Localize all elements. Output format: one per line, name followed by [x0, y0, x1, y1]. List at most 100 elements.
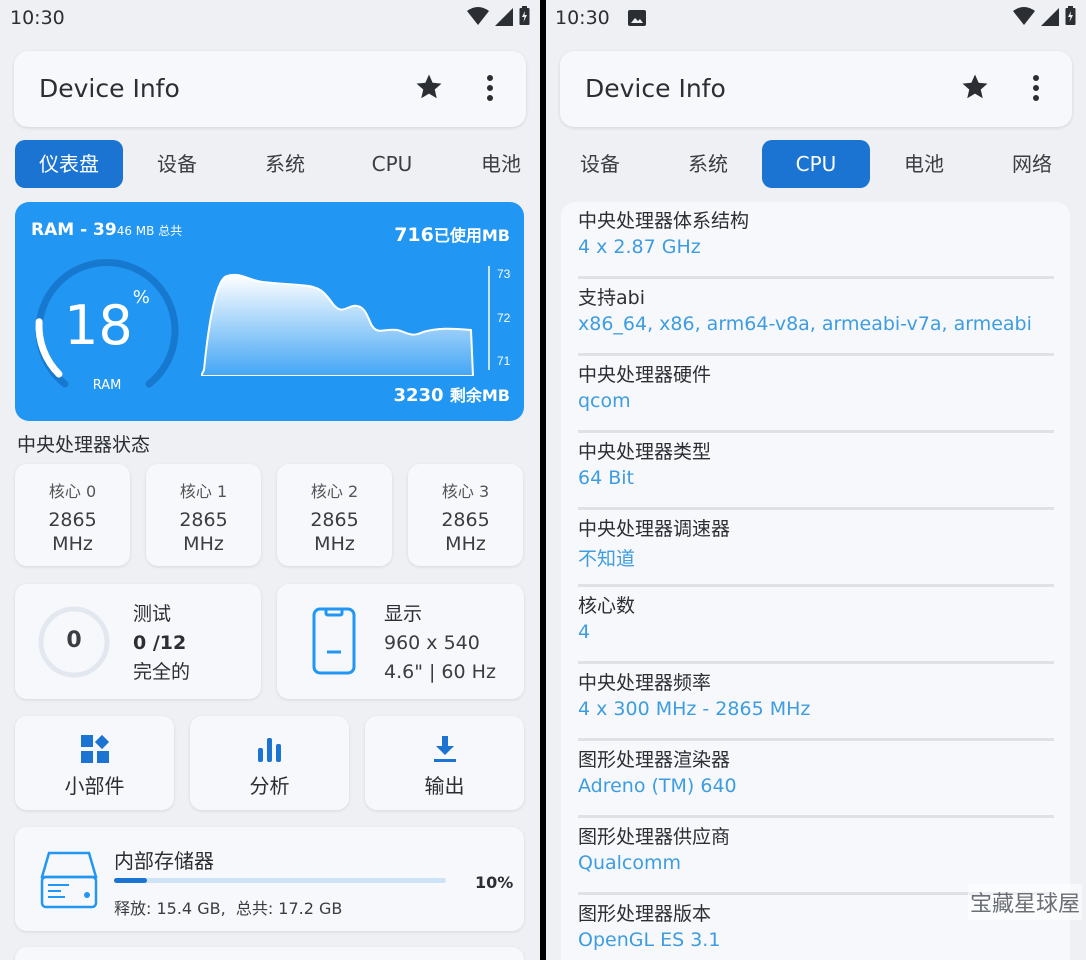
core-freq: 2865 MHz — [179, 509, 228, 555]
tab-cpu[interactable]: CPU — [339, 140, 445, 188]
dashboard-screen: 10:30 Device Info 仪表盘 设备 系统 CPU 电池 RAM -… — [0, 0, 540, 960]
cpu-info-list: 中央处理器体系结构 4 x 2.87 GHz 支持abi x86_64, x86, … — [561, 202, 1070, 960]
ram-total: RAM - 3946 MB 总共 — [31, 220, 183, 240]
tab-device[interactable]: 设备 — [546, 140, 654, 188]
item-key: 中央处理器调速器 — [578, 518, 731, 540]
tab-dashboard[interactable]: 仪表盘 — [15, 140, 123, 188]
image-notification-icon — [628, 10, 646, 26]
more-vert-icon[interactable] — [480, 73, 500, 103]
item-value: OpenGL ES 3.1 — [578, 929, 721, 951]
display-resolution: 960 x 540 — [384, 632, 480, 654]
item-key: 中央处理器频率 — [578, 672, 712, 694]
ram-chart-tick-710: 710 — [497, 354, 511, 368]
list-item: 中央处理器体系结构 4 x 2.87 GHz — [578, 202, 1054, 279]
core-card-1[interactable]: 核心 1 2865 MHz — [146, 464, 261, 566]
tab-bar: 仪表盘 设备 系统 CPU 电池 — [0, 140, 540, 188]
tab-system[interactable]: 系统 — [232, 140, 338, 188]
item-value: 4 x 2.87 GHz — [578, 236, 701, 258]
storage-detail: 释放: 15.4 GB, 总共: 17.2 GB — [114, 899, 343, 918]
analyze-button[interactable]: 分析 — [190, 716, 349, 810]
download-icon — [433, 736, 456, 762]
app-title: Device Info — [585, 74, 726, 103]
widgets-icon — [80, 734, 109, 763]
widgets-label: 小部件 — [64, 774, 125, 798]
status-icons — [467, 6, 530, 26]
ram-card[interactable]: RAM - 3946 MB 总共 716已使用MB 18% RAM 730 72… — [15, 202, 524, 421]
list-item: 中央处理器硬件 qcom — [578, 356, 1054, 433]
battery-icon — [1065, 6, 1076, 25]
export-button[interactable]: 输出 — [365, 716, 524, 810]
status-time: 10:30 — [555, 7, 610, 29]
item-value: 4 x 300 MHz - 2865 MHz — [578, 698, 811, 720]
core-card-3[interactable]: 核心 3 2865 MHz — [408, 464, 523, 566]
item-value: 64 Bit — [578, 467, 634, 489]
display-card[interactable]: 显示 960 x 540 4.6" | 60 Hz — [277, 584, 524, 699]
tab-system[interactable]: 系统 — [654, 140, 762, 188]
item-key: 图形处理器供应商 — [578, 826, 731, 848]
internal-storage-card[interactable]: 内部存储器 10% 释放: 15.4 GB, 总共: 17.2 GB — [15, 827, 524, 931]
ram-gauge: 18% RAM — [27, 246, 187, 406]
list-item: 核心数 4 — [578, 587, 1054, 664]
tab-device[interactable]: 设备 — [124, 140, 230, 188]
test-progress: 0 /12 — [133, 632, 187, 654]
storage-percent: 10% — [475, 873, 514, 892]
ram-percent: 18% — [64, 287, 150, 357]
list-item: 中央处理器调速器 不知道 — [578, 510, 1054, 587]
item-key: 图形处理器渲染器 — [578, 749, 731, 771]
core-name: 核心 1 — [179, 482, 228, 501]
list-item: 图形处理器渲染器 Adreno (TM) 640 — [578, 741, 1054, 818]
tab-cpu[interactable]: CPU — [762, 140, 870, 188]
test-count: 0 — [66, 628, 82, 653]
storage-drive-icon — [40, 851, 98, 909]
item-key: 中央处理器体系结构 — [578, 210, 750, 232]
tab-battery[interactable]: 电池 — [870, 140, 978, 188]
ram-usage-area — [201, 273, 475, 376]
star-icon[interactable] — [960, 72, 990, 102]
more-vert-icon[interactable] — [1026, 73, 1046, 103]
export-label: 输出 — [424, 774, 465, 798]
item-value: Qualcomm — [578, 852, 682, 874]
tab-network[interactable]: 网络 — [978, 140, 1086, 188]
status-time: 10:30 — [10, 7, 65, 29]
ram-remaining: 3230 剩余MB — [393, 385, 510, 406]
core-card-0[interactable]: 核心 0 2865 MHz — [15, 464, 130, 566]
ram-chart-tick-720: 720 — [497, 311, 511, 325]
item-value: qcom — [578, 390, 631, 412]
test-info: 测试 0 /12 完全的 — [133, 600, 190, 687]
display-info: 显示 960 x 540 4.6" | 60 Hz — [384, 600, 496, 687]
core-card-2[interactable]: 核心 2 2865 MHz — [277, 464, 392, 566]
list-item: 中央处理器类型 64 Bit — [578, 433, 1054, 510]
status-icons — [1013, 6, 1076, 26]
tab-battery[interactable]: 电池 — [448, 140, 540, 188]
core-freq: 2865 MHz — [48, 509, 97, 555]
item-key: 中央处理器硬件 — [578, 364, 712, 386]
app-bar: Device Info — [14, 51, 526, 127]
item-value: Adreno (TM) 640 — [578, 775, 737, 797]
next-card — [15, 947, 524, 960]
wifi-icon — [1013, 7, 1035, 25]
widgets-button[interactable]: 小部件 — [15, 716, 174, 810]
status-bar: 10:30 — [546, 0, 1086, 36]
core-freq: 2865 MHz — [441, 509, 490, 555]
analyze-label: 分析 — [249, 774, 290, 798]
display-detail: 4.6" | 60 Hz — [384, 661, 496, 683]
tab-bar: 设备 系统 CPU 电池 网络 — [546, 140, 1086, 188]
storage-progress-fill — [114, 878, 148, 883]
test-card[interactable]: 0 测试 0 /12 完全的 — [15, 584, 261, 699]
signal-icon — [1041, 8, 1059, 26]
display-title: 显示 — [384, 603, 423, 625]
test-title: 测试 — [133, 603, 172, 625]
ram-gauge-label: RAM — [92, 378, 122, 393]
cpu-status-title: 中央处理器状态 — [17, 434, 151, 456]
star-icon[interactable] — [414, 72, 444, 102]
list-item: 中央处理器频率 4 x 300 MHz - 2865 MHz — [578, 664, 1054, 741]
smartphone-icon — [312, 607, 356, 675]
item-key: 图形处理器版本 — [578, 903, 712, 925]
battery-icon — [519, 6, 530, 25]
item-key: 中央处理器类型 — [578, 441, 712, 463]
core-name: 核心 2 — [310, 482, 359, 501]
ram-used: 716已使用MB — [394, 224, 510, 246]
list-item: 支持abi x86_64, x86, arm64-v8a, armeabi-v7a… — [578, 279, 1054, 356]
wifi-icon — [467, 7, 489, 25]
item-value: 不知道 — [578, 548, 636, 570]
